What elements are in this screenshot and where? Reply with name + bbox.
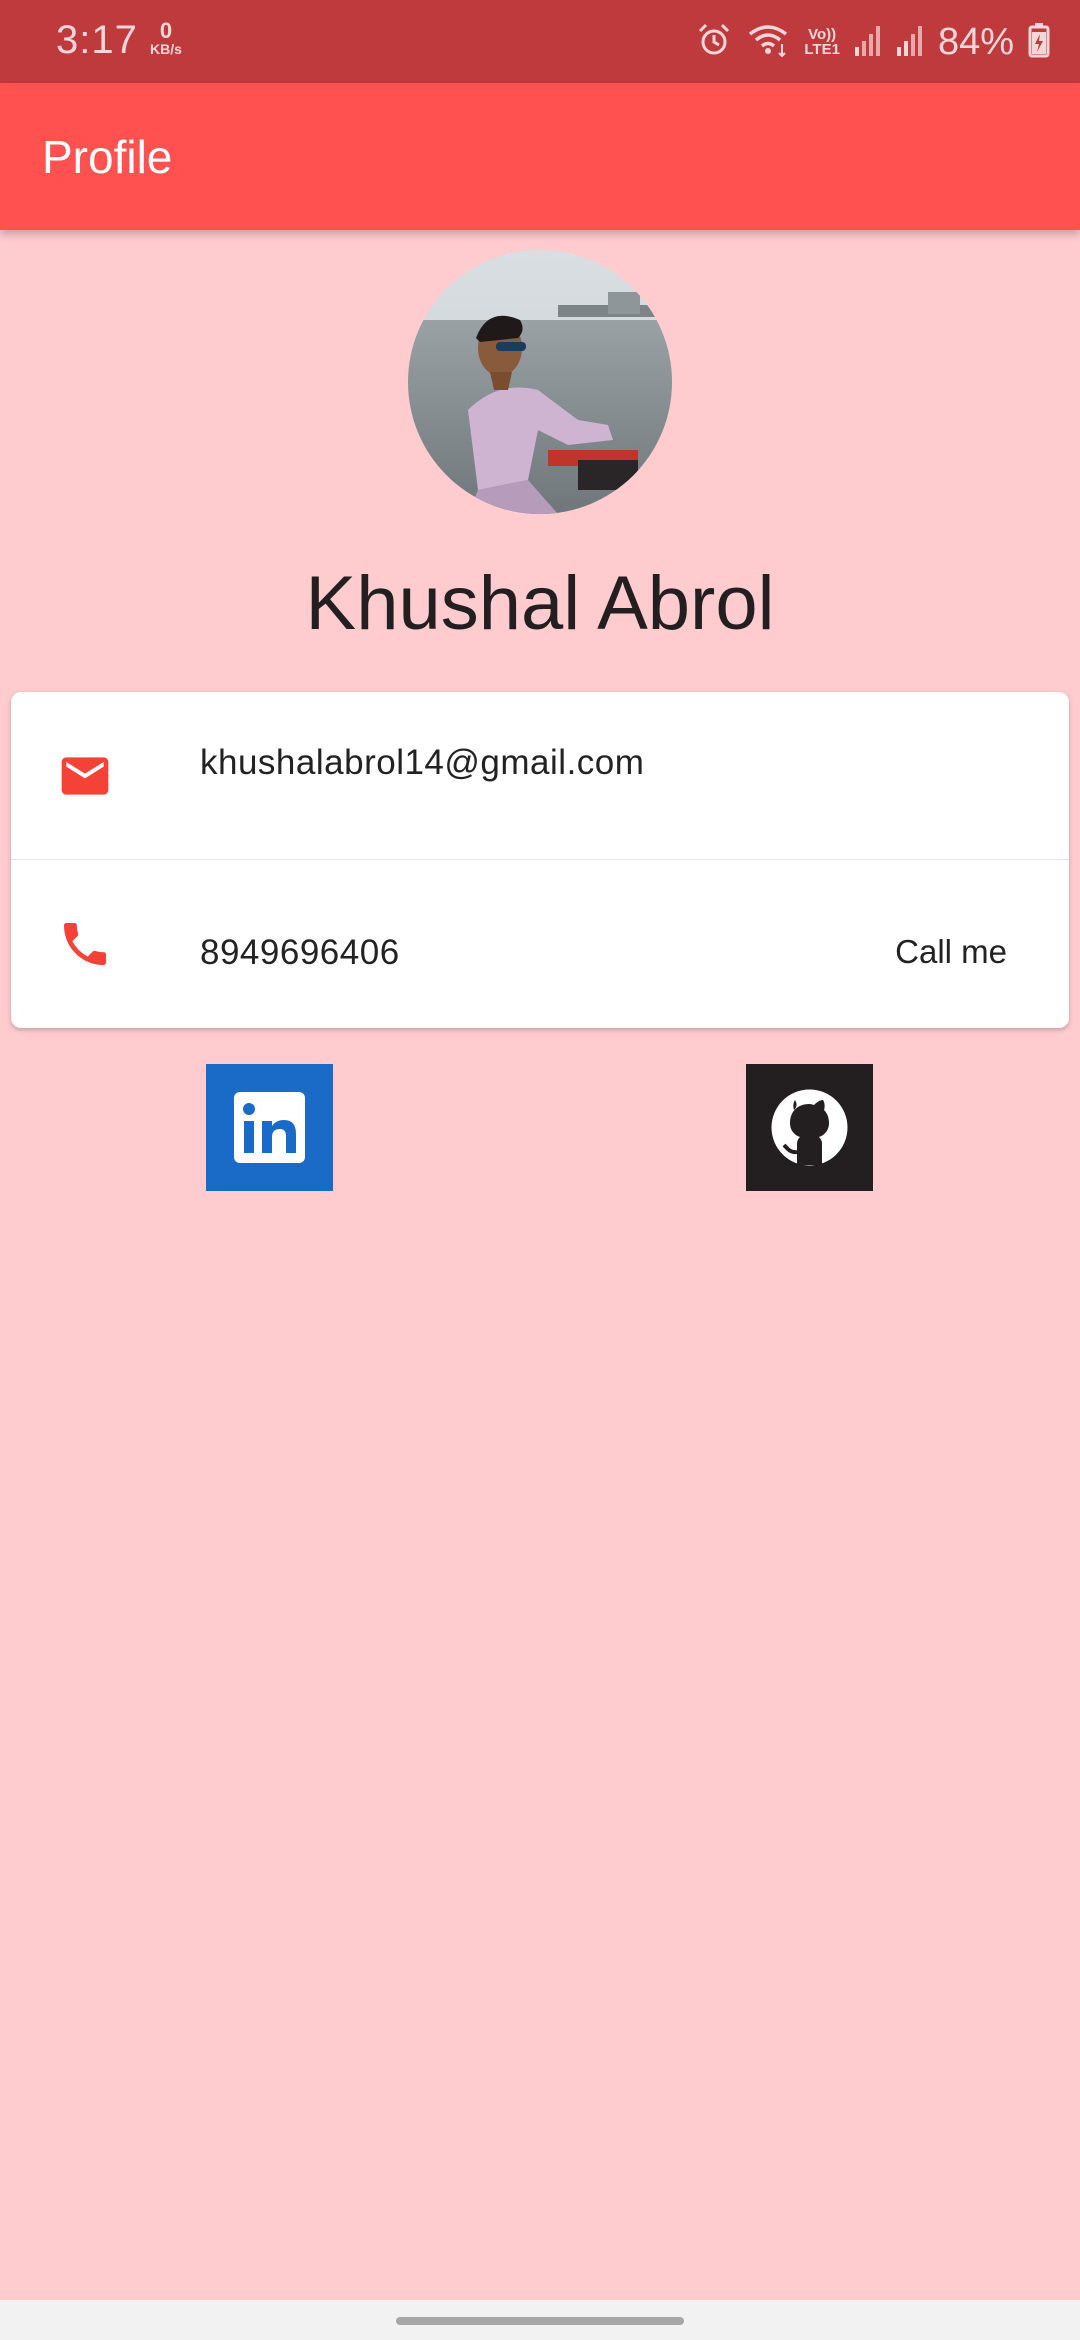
battery-percent: 84% [937, 20, 1014, 63]
email-row[interactable]: khushalabrol14@gmail.com [11, 692, 1069, 859]
phone-icon [57, 916, 113, 972]
wifi-icon [746, 22, 790, 63]
profile-avatar [408, 250, 672, 514]
battery-charging-icon [1028, 22, 1050, 63]
status-time: 3:17 [56, 18, 138, 62]
lte-indicator: Vo)) LTE1 [804, 27, 840, 57]
status-icons: Vo)) LTE1 84% [696, 18, 1050, 66]
linkedin-icon[interactable] [206, 1064, 333, 1191]
signal-icon [854, 23, 882, 62]
app-bar: Profile [0, 83, 1080, 230]
network-speed-value: 0 [159, 18, 173, 43]
alarm-icon [696, 22, 732, 63]
github-icon[interactable] [746, 1064, 873, 1191]
network-speed-unit: KB/s [150, 41, 182, 57]
status-bar: 3:17 0 KB/s Vo)) LTE1 84% [0, 0, 1080, 83]
phone-row[interactable]: 8949696406 Call me [11, 860, 1069, 1027]
lte-bottom: LTE1 [804, 41, 840, 58]
email-icon [57, 748, 113, 804]
signal-icon-2 [896, 23, 924, 62]
phone-text: 8949696406 [200, 933, 400, 972]
contact-card: khushalabrol14@gmail.com 8949696406 Call… [11, 692, 1069, 1028]
profile-name: Khushal Abrol [305, 561, 775, 646]
network-speed: 0 KB/s [146, 18, 186, 57]
email-text: khushalabrol14@gmail.com [200, 743, 645, 782]
call-me-button[interactable]: Call me [875, 912, 1027, 992]
navigation-bar [0, 2300, 1080, 2340]
page-title: Profile [42, 131, 173, 183]
home-gesture-handle[interactable] [396, 2317, 684, 2325]
